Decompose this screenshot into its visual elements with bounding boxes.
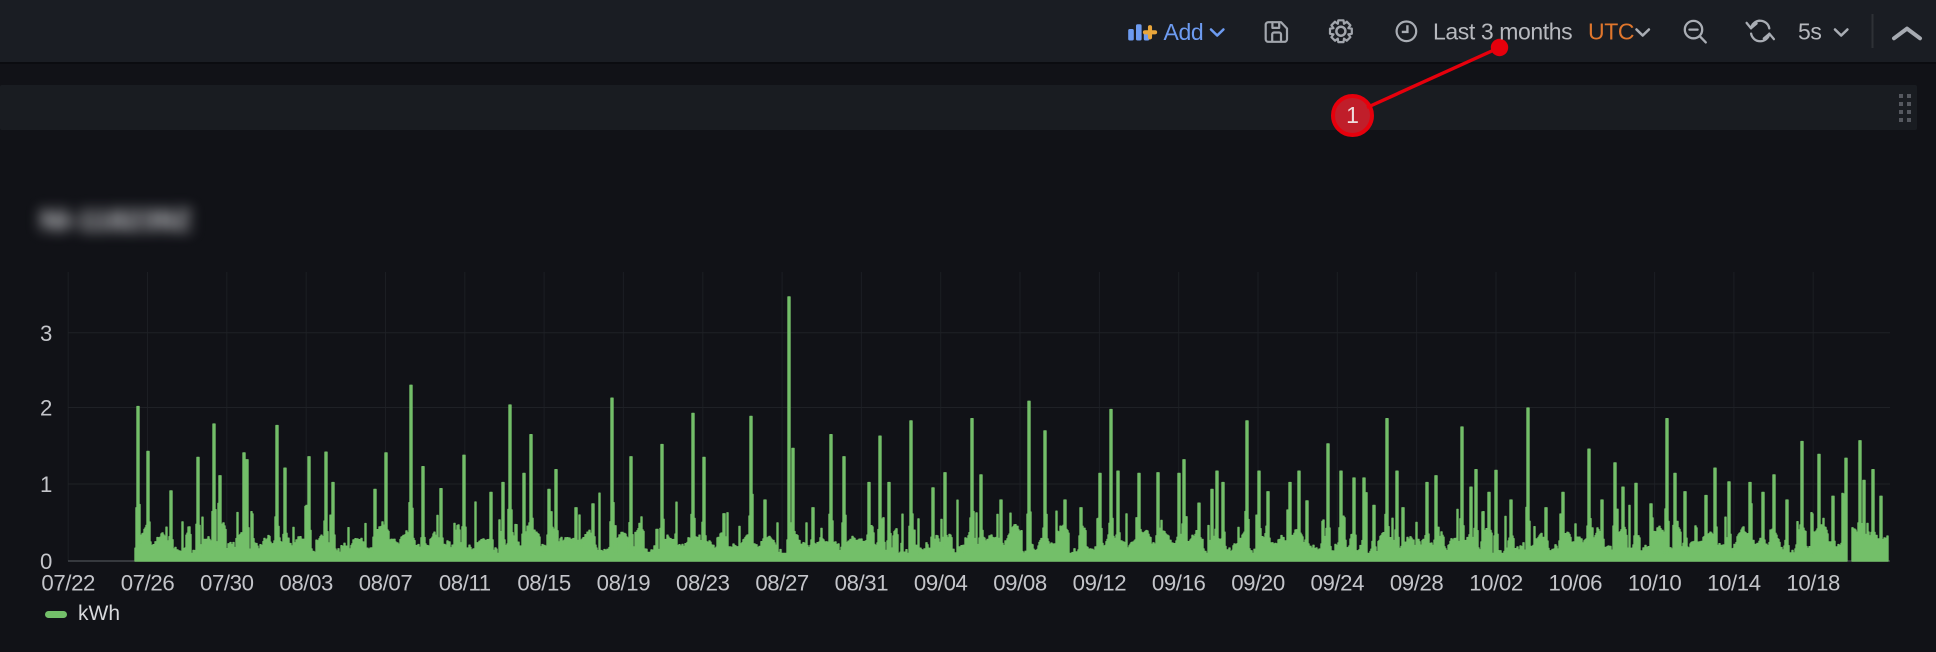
svg-text:3: 3 [40, 321, 52, 346]
svg-text:1: 1 [40, 472, 52, 497]
svg-text:08/11: 08/11 [439, 571, 491, 596]
svg-text:10/10: 10/10 [1628, 571, 1682, 596]
svg-text:2: 2 [40, 396, 52, 421]
svg-text:08/07: 08/07 [359, 571, 413, 596]
svg-text:10/18: 10/18 [1786, 571, 1840, 596]
svg-text:07/30: 07/30 [200, 571, 254, 596]
svg-text:Last 3 months: Last 3 months [1433, 19, 1572, 45]
svg-text:07/22: 07/22 [41, 571, 95, 596]
svg-text:09/24: 09/24 [1311, 571, 1365, 596]
svg-text:08/15: 08/15 [517, 571, 571, 596]
svg-text:07/26: 07/26 [121, 571, 175, 596]
svg-text:5s: 5s [1798, 19, 1822, 45]
svg-text:09/20: 09/20 [1231, 571, 1285, 596]
svg-text:10/02: 10/02 [1469, 571, 1523, 596]
svg-text:09/08: 09/08 [993, 571, 1047, 596]
svg-text:08/27: 08/27 [755, 571, 809, 596]
svg-text:09/04: 09/04 [914, 571, 968, 596]
svg-text:08/03: 08/03 [279, 571, 333, 596]
svg-text:08/19: 08/19 [597, 571, 651, 596]
svg-text:09/16: 09/16 [1152, 571, 1206, 596]
svg-text:10/14: 10/14 [1707, 571, 1761, 596]
svg-text:10/06: 10/06 [1549, 571, 1603, 596]
svg-text:UTC: UTC [1588, 19, 1634, 45]
svg-text:09/28: 09/28 [1390, 571, 1444, 596]
svg-text:08/31: 08/31 [835, 571, 889, 596]
svg-text:08/23: 08/23 [676, 571, 730, 596]
svg-text:Add: Add [1164, 19, 1204, 45]
svg-text:09/12: 09/12 [1073, 571, 1127, 596]
